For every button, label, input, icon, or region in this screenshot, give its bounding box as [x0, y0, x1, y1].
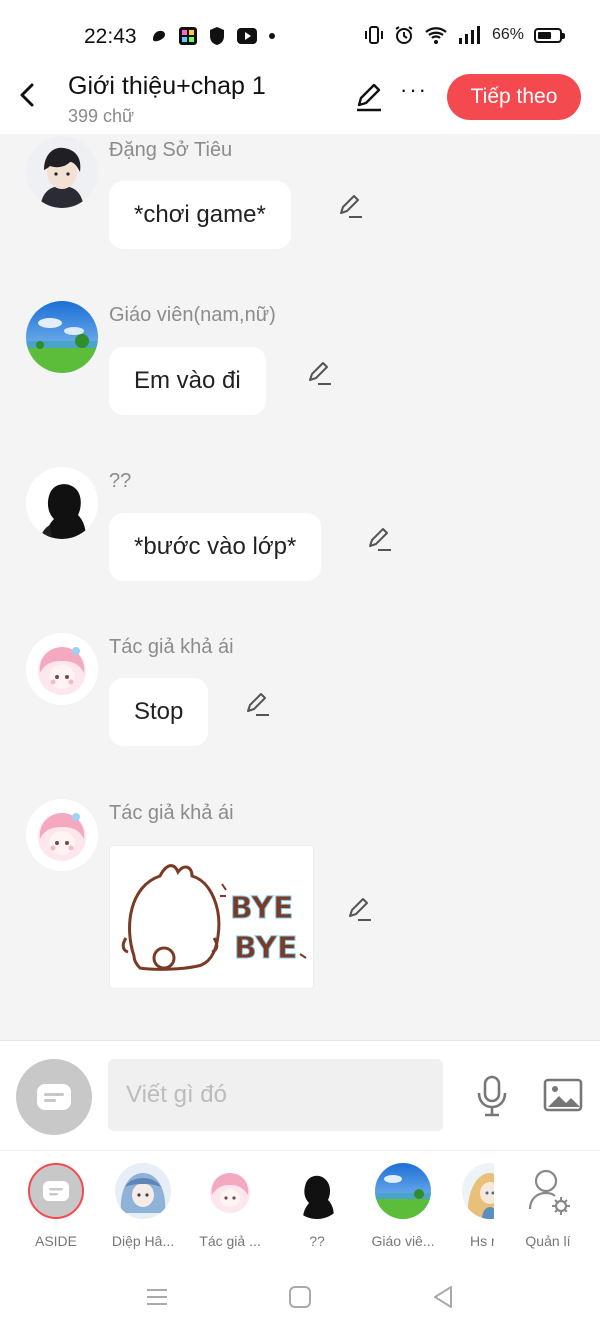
status-time: 22:43	[84, 25, 137, 48]
pink-girl-avatar	[202, 1163, 258, 1219]
microphone-icon[interactable]	[474, 1075, 510, 1117]
image-icon[interactable]	[543, 1077, 583, 1113]
edit-message-icon[interactable]	[244, 690, 272, 718]
blonde-avatar	[462, 1163, 494, 1219]
next-button[interactable]: Tiếp theo	[447, 74, 581, 120]
bye-bye-sticker[interactable]: BYE BYE	[109, 845, 314, 989]
sender-name: Tác giả khả ái	[109, 802, 234, 824]
vibrate-icon	[364, 26, 383, 44]
edit-message-icon[interactable]	[337, 192, 365, 220]
compose-bar	[0, 1040, 600, 1150]
pink-girl-avatar[interactable]	[26, 633, 98, 705]
wifi-icon	[425, 27, 447, 44]
pink-girl-avatar[interactable]	[26, 799, 98, 871]
landscape-avatar[interactable]	[26, 301, 98, 373]
character-label: Hs r	[470, 1233, 494, 1249]
edit-message-icon[interactable]	[306, 359, 334, 387]
message-bubble[interactable]: Stop	[109, 678, 209, 746]
character-item[interactable]: Diệp Hâ...	[103, 1163, 183, 1249]
manage-characters-button[interactable]: Quản lí	[508, 1163, 588, 1249]
video-app-icon	[237, 28, 257, 44]
character-label: Giáo viê...	[371, 1233, 435, 1249]
chapter-title: Giới thiệu+chap 1	[68, 72, 266, 100]
signal-icon	[458, 26, 480, 44]
dot-icon	[269, 33, 275, 39]
grid-app-icon	[179, 27, 197, 45]
message-box-icon	[37, 1084, 71, 1110]
edit-message-icon[interactable]	[346, 895, 374, 923]
battery-icon	[534, 27, 565, 43]
character-item[interactable]: ??	[277, 1163, 357, 1249]
shield-icon	[210, 27, 224, 45]
battery-percent: 66%	[491, 26, 524, 43]
character-label: ASIDE	[34, 1233, 77, 1249]
message-bubble[interactable]: Em vào đi	[109, 347, 266, 415]
sticker-text: BYE	[234, 931, 297, 966]
character-label: Diệp Hâ...	[111, 1233, 175, 1249]
character-aside[interactable]: ASIDE	[16, 1163, 96, 1249]
status-bar: 22:43 66%	[0, 0, 600, 72]
sender-name: Giáo viên(nam,nữ)	[109, 304, 276, 326]
sender-name: Đặng Sở Tiêu	[109, 139, 233, 161]
menu-icon[interactable]	[144, 1284, 170, 1310]
character-item[interactable]: Hs r	[454, 1163, 494, 1249]
aside-toggle-button[interactable]	[16, 1059, 92, 1135]
alarm-icon	[395, 26, 413, 44]
edit-message-icon[interactable]	[366, 525, 394, 553]
character-label: ??	[309, 1233, 325, 1249]
sticker-text: BYE	[230, 891, 293, 926]
home-icon[interactable]	[287, 1284, 313, 1310]
editor-header: Giới thiệu+chap 1 399 chữ ··· Tiếp theo	[0, 72, 600, 134]
character-label: Tác giả ...	[199, 1233, 261, 1249]
character-label: Quản lí	[525, 1233, 571, 1249]
notification-icons	[150, 26, 276, 46]
manage-icon	[520, 1163, 576, 1219]
back-nav-icon[interactable]	[430, 1284, 456, 1310]
character-item[interactable]: Tác giả ...	[190, 1163, 270, 1249]
landscape-avatar	[375, 1163, 431, 1219]
boy-avatar[interactable]	[26, 136, 98, 208]
edit-title-icon[interactable]	[354, 82, 384, 112]
blue-girl-avatar	[115, 1163, 171, 1219]
message-input[interactable]	[108, 1059, 443, 1131]
character-item[interactable]: Giáo viê...	[363, 1163, 443, 1249]
character-bar: ASIDE Diệp Hâ... Tác giả ... ?? Giáo viê…	[0, 1150, 600, 1260]
message-bubble[interactable]: *bước vào lớp*	[109, 513, 322, 581]
silhouette-avatar	[289, 1163, 345, 1219]
word-count: 399 chữ	[68, 106, 135, 126]
sender-name: ??	[109, 470, 132, 492]
app-notification-icon	[153, 30, 165, 42]
silhouette-avatar[interactable]	[26, 467, 98, 539]
sender-name: Tác giả khả ái	[109, 636, 234, 658]
message-bubble[interactable]: *chơi game*	[109, 181, 291, 249]
system-icons: 66%	[364, 25, 565, 45]
aside-icon	[28, 1163, 84, 1219]
more-options-icon[interactable]: ···	[400, 79, 428, 101]
back-arrow-icon[interactable]	[14, 80, 42, 110]
system-nav-bar	[0, 1260, 600, 1333]
